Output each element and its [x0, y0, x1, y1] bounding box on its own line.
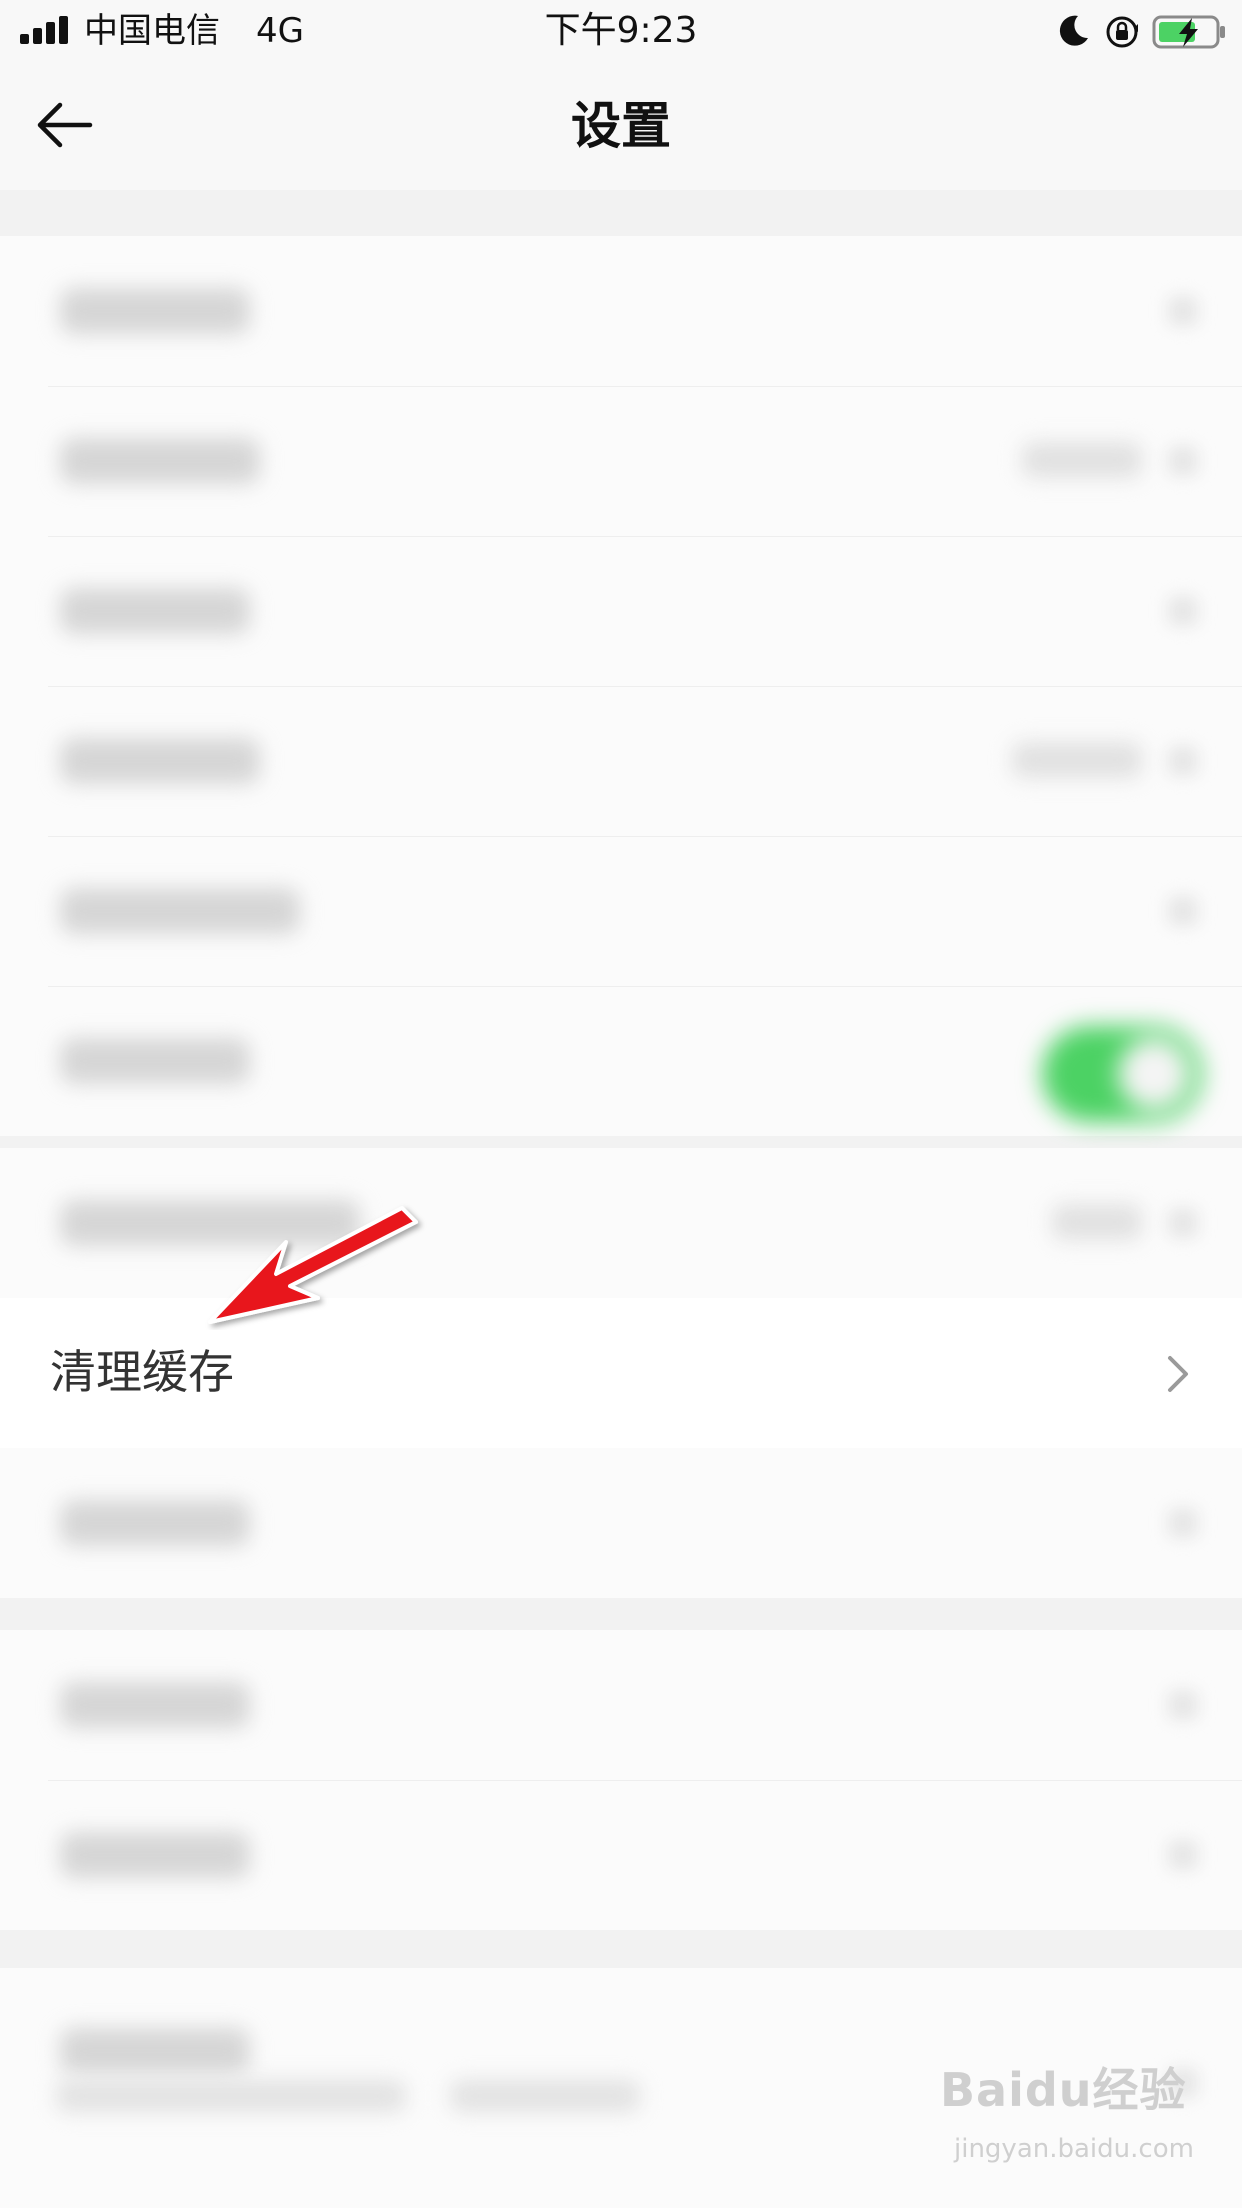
- list-item: [0, 986, 1242, 1136]
- toggle-switch[interactable]: [1042, 1026, 1202, 1122]
- list-item[interactable]: [0, 536, 1242, 686]
- moon-icon: [1059, 15, 1088, 46]
- settings-screen: 中国电信 4G 下午9:23 设置 清理缓存 Baidu经验 jingyan.b…: [0, 0, 1242, 2208]
- battery-charging-icon: [1152, 15, 1225, 49]
- list-item[interactable]: [0, 1630, 1242, 1780]
- list-item[interactable]: [0, 1148, 1242, 1298]
- settings-group-2: [0, 1148, 1242, 1298]
- watermark-logo: Baidu经验: [940, 2063, 1187, 2117]
- red-arrow-icon: [208, 1206, 418, 1324]
- settings-group-3: [0, 1630, 1242, 1930]
- chevron-right-icon: [1168, 1356, 1188, 1392]
- watermark-url: jingyan.baidu.com: [954, 2134, 1194, 2164]
- navigation-bar: 设置: [0, 62, 1242, 190]
- list-item[interactable]: [0, 386, 1242, 536]
- list-item[interactable]: [0, 1780, 1242, 1930]
- rotation-lock-icon: [1106, 16, 1138, 48]
- clear-cache-label: 清理缓存: [50, 1345, 234, 1399]
- list-item[interactable]: [0, 1448, 1242, 1598]
- settings-group-2b: [0, 1448, 1242, 1598]
- list-item[interactable]: [0, 836, 1242, 986]
- baidu-watermark: Baidu经验 jingyan.baidu.com: [940, 2060, 1194, 2190]
- clear-cache-item[interactable]: 清理缓存: [0, 1298, 1242, 1448]
- list-item[interactable]: [0, 686, 1242, 836]
- settings-group-1: [0, 236, 1242, 1136]
- status-bar: 中国电信 4G 下午9:23: [0, 0, 1242, 62]
- page-title: 设置: [571, 97, 671, 155]
- list-item[interactable]: [0, 236, 1242, 386]
- status-time: 下午9:23: [544, 10, 698, 51]
